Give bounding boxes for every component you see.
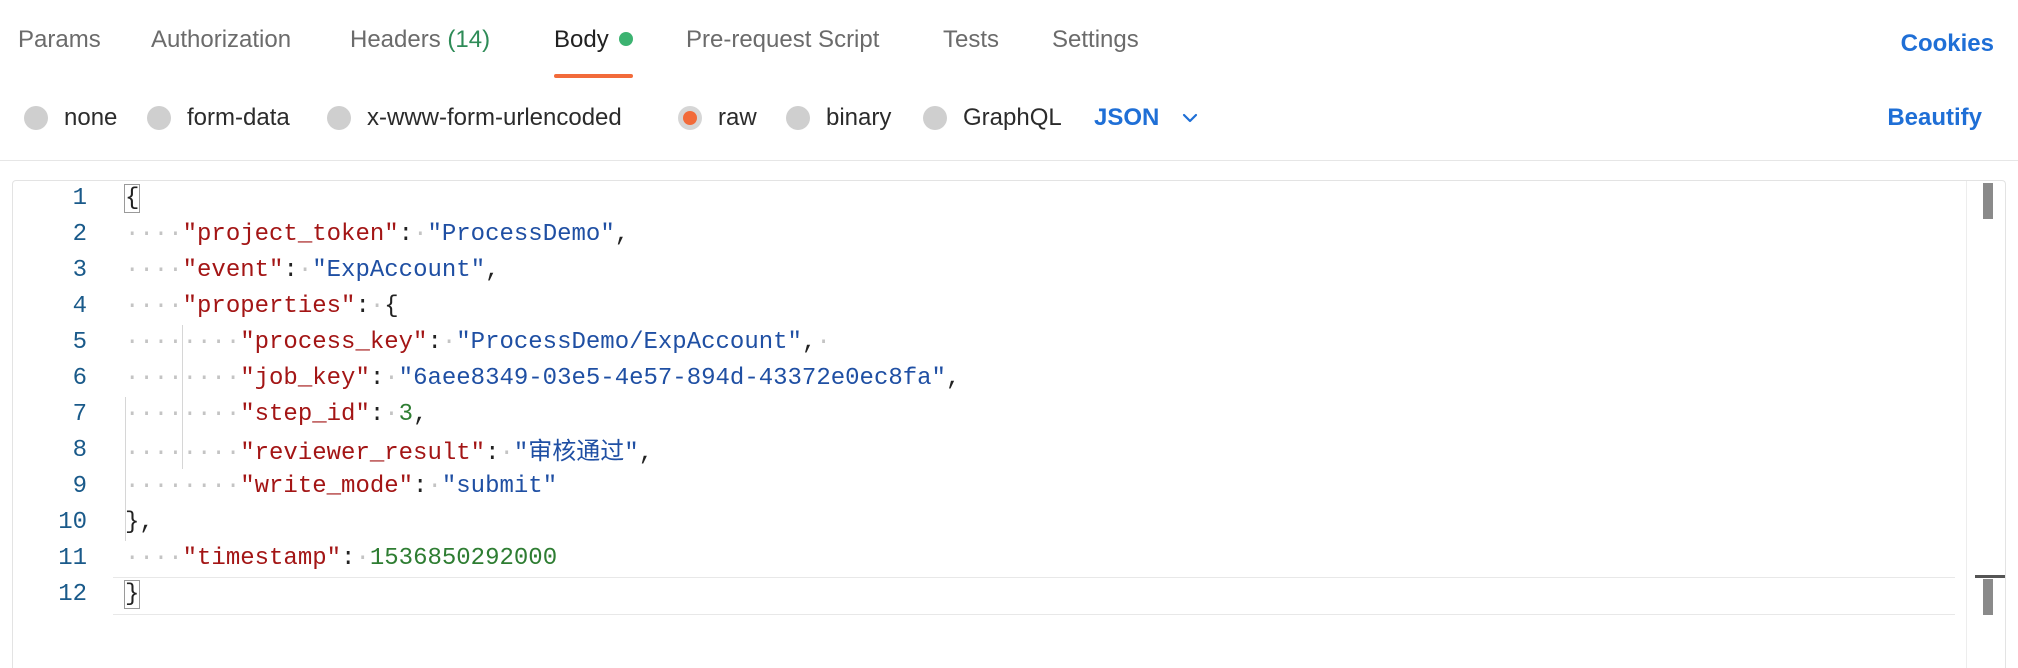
timestamp-value: 1536850292000	[369, 545, 558, 572]
code-line-9: ········"write_mode":·"submit"	[125, 473, 558, 500]
radio-icon	[786, 106, 810, 130]
line-number: 5	[72, 329, 87, 356]
chevron-down-icon	[1183, 113, 1198, 123]
body-type-binary-label: binary	[826, 104, 892, 131]
code-line-10: },	[125, 509, 154, 536]
cursor-position-marker	[1975, 575, 2005, 578]
body-type-raw[interactable]: raw	[678, 104, 757, 132]
line-number: 7	[72, 401, 87, 428]
body-type-urlencoded-label: x-www-form-urlencoded	[367, 104, 622, 131]
step-id-value: 3	[398, 401, 414, 428]
body-type-urlencoded[interactable]: x-www-form-urlencoded	[327, 104, 622, 132]
line-number: 11	[58, 545, 87, 572]
code-content: { ····"project_token":·"ProcessDemo", ··…	[123, 181, 1955, 668]
body-type-selector: none form-data x-www-form-urlencoded raw…	[0, 96, 2018, 146]
language-label: JSON	[1094, 104, 1160, 131]
tab-pre-request-script-label: Pre-request Script	[686, 26, 880, 53]
body-type-binary[interactable]: binary	[786, 104, 891, 132]
tab-authorization-label: Authorization	[151, 26, 292, 53]
line-number: 10	[58, 509, 87, 536]
language-dropdown[interactable]: JSON	[1094, 104, 1199, 132]
job-key-value: 6aee8349-03e5-4e57-894d-43372e0ec8fa	[413, 365, 932, 392]
tab-settings[interactable]: Settings	[1052, 26, 1139, 78]
body-type-form-data-label: form-data	[187, 104, 290, 131]
radio-selected-icon	[678, 106, 702, 130]
code-editor[interactable]: 1 2 3 4 5 6 7 8 9 10 11 12 { ····"projec…	[12, 180, 2006, 668]
request-body-panel: Params Authorization Headers (14) Body P…	[0, 0, 2018, 668]
body-type-none[interactable]: none	[24, 104, 117, 132]
code-line-1: {	[123, 184, 141, 213]
radio-icon	[24, 106, 48, 130]
line-number: 3	[72, 257, 87, 284]
beautify-button[interactable]: Beautify	[1887, 104, 1982, 132]
cookies-link[interactable]: Cookies	[1901, 30, 1994, 58]
tab-body-label: Body	[554, 26, 609, 53]
radio-icon	[147, 106, 171, 130]
code-line-12: }	[123, 580, 141, 609]
line-number: 2	[72, 221, 87, 248]
code-line-4: ····"properties":·{	[125, 293, 399, 320]
body-type-graphql[interactable]: GraphQL	[923, 104, 1062, 132]
line-number: 12	[58, 581, 87, 608]
code-line-3: ····"event":·"ExpAccount",	[125, 257, 500, 284]
code-line-8: ········"reviewer_result":·"审核通过",	[125, 437, 654, 467]
editor-scrollbar-thumb[interactable]	[1983, 183, 1993, 219]
radio-icon	[923, 106, 947, 130]
tab-params[interactable]: Params	[18, 26, 101, 78]
body-type-form-data[interactable]: form-data	[147, 104, 290, 132]
body-type-none-label: none	[64, 104, 118, 131]
project-token-value: ProcessDemo	[441, 221, 601, 248]
line-number: 1	[72, 185, 87, 212]
line-number: 4	[72, 293, 87, 320]
tab-authorization[interactable]: Authorization	[151, 26, 291, 78]
code-line-5: ········"process_key":·"ProcessDemo/ExpA…	[125, 329, 831, 356]
code-line-11: ····"timestamp":·1536850292000	[125, 545, 558, 572]
tab-pre-request-script[interactable]: Pre-request Script	[686, 26, 879, 78]
event-value: ExpAccount	[326, 257, 471, 284]
tab-body[interactable]: Body	[554, 26, 633, 78]
tab-params-label: Params	[18, 26, 101, 53]
tab-headers-label: Headers	[350, 26, 441, 53]
body-type-graphql-label: GraphQL	[963, 104, 1062, 131]
line-number-gutter: 1 2 3 4 5 6 7 8 9 10 11 12	[13, 181, 87, 668]
tab-settings-label: Settings	[1052, 26, 1139, 53]
reviewer-result-value: 审核通过	[528, 437, 625, 465]
headers-count: (14)	[447, 26, 491, 53]
write-mode-value: submit	[456, 473, 543, 500]
scrollbar-position-thumb	[1983, 579, 1993, 615]
code-line-2: ····"project_token":·"ProcessDemo",	[125, 221, 630, 248]
body-type-raw-label: raw	[718, 104, 757, 131]
tab-headers[interactable]: Headers (14)	[350, 26, 490, 78]
request-tabs: Params Authorization Headers (14) Body P…	[0, 0, 2018, 80]
line-number: 9	[72, 473, 87, 500]
body-status-dot-icon	[618, 31, 633, 46]
code-line-7: ········"step_id":·3,	[125, 401, 428, 428]
process-key-value: ProcessDemo/ExpAccount	[470, 329, 788, 356]
tab-tests[interactable]: Tests	[943, 26, 999, 78]
tab-tests-label: Tests	[943, 26, 1000, 53]
radio-icon	[327, 106, 351, 130]
code-line-6: ········"job_key":·"6aee8349-03e5-4e57-8…	[125, 365, 961, 392]
line-number: 6	[72, 365, 87, 392]
line-number: 8	[72, 437, 87, 464]
divider	[0, 160, 2018, 161]
